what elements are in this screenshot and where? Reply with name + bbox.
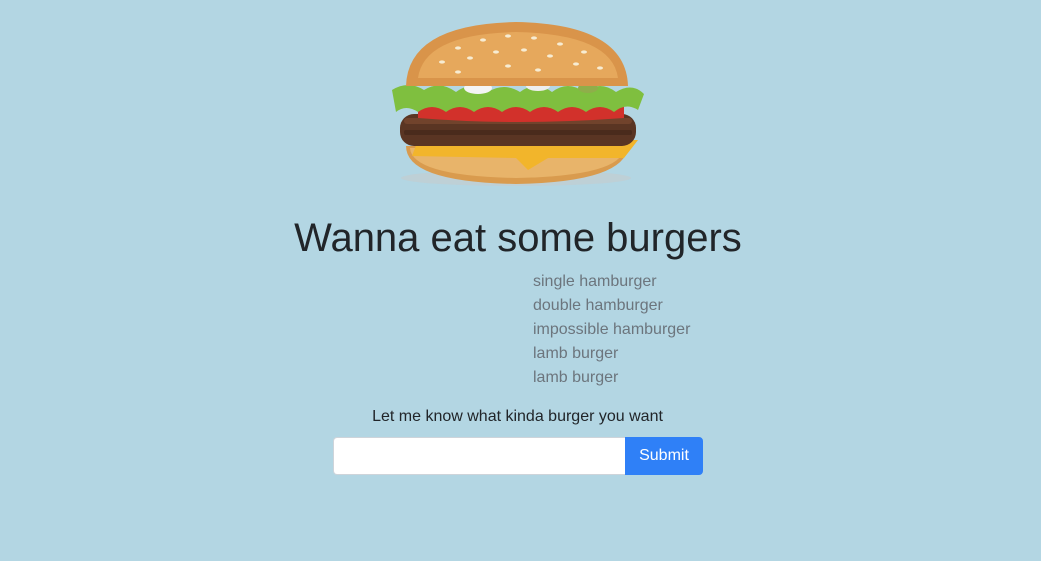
list-item: single hamburger	[533, 273, 657, 290]
list-item: double hamburger	[533, 297, 663, 314]
burger-input[interactable]	[333, 437, 625, 475]
order-form: Submit	[333, 437, 703, 475]
list-item: lamb burger	[533, 345, 619, 362]
hamburger-image	[392, 22, 644, 186]
order-prompt: Let me know what kinda burger you want	[372, 408, 663, 425]
burger-list: single hamburger double hamburger imposs…	[533, 270, 690, 390]
page-title: Wanna eat some burgers	[294, 216, 742, 260]
list-item: impossible hamburger	[533, 321, 691, 338]
list-item: lamb burger	[533, 369, 619, 386]
submit-button[interactable]: Submit	[625, 437, 703, 475]
page: Wanna eat some burgers single hamburger …	[0, 0, 1041, 561]
